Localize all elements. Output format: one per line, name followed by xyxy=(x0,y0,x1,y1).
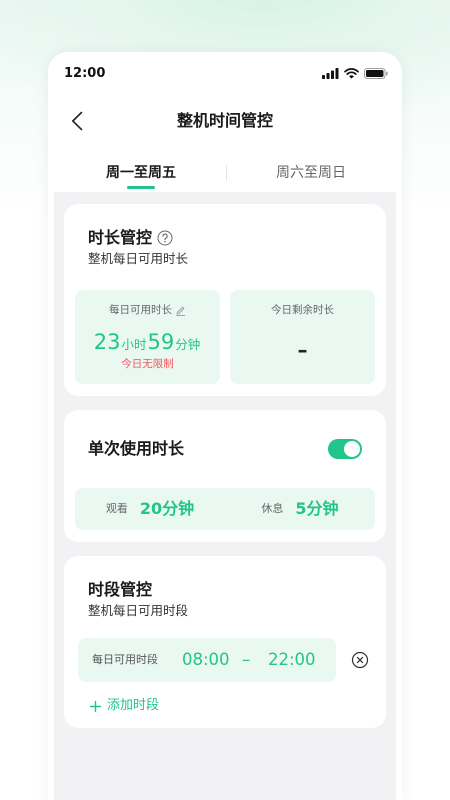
single-use-title-row: 单次使用时长 xyxy=(88,438,184,460)
wifi-icon xyxy=(344,68,359,79)
daily-limit-label-row: 每日可用时长 xyxy=(75,303,220,317)
battery-icon xyxy=(364,68,388,79)
plus-icon xyxy=(90,700,101,712)
add-period-button[interactable]: 添加时段 xyxy=(90,697,159,715)
close-circle-icon xyxy=(351,651,369,669)
single-use-settings-box[interactable]: 观看 20分钟 休息 5分钟 xyxy=(75,488,375,530)
back-button[interactable] xyxy=(64,107,90,135)
period-card-title: 时段管控 xyxy=(88,580,153,599)
content-area: 时长管控 整机每日可用时长 每日可用时长 23小时59分钟 今日无限制 今日剩余… xyxy=(54,192,396,800)
period-start-time: 08:00 xyxy=(182,650,230,669)
daily-limit-note: 今日无限制 xyxy=(121,358,174,370)
remaining-time-label-row: 今日剩余时长 xyxy=(230,303,375,317)
question-circle-icon[interactable] xyxy=(157,230,173,246)
daily-hours-value: 23 xyxy=(93,330,121,354)
single-use-toggle[interactable] xyxy=(328,439,362,459)
period-control-card: 时段管控 整机每日可用时段 每日可用时段 08:00 – 22:00 添加时段 xyxy=(64,556,386,728)
duration-card-title-row: 时长管控 xyxy=(88,227,173,249)
duration-card-title: 时长管控 xyxy=(88,228,153,247)
status-time: 12:00 xyxy=(64,66,106,81)
watch-label: 观看 xyxy=(105,502,128,515)
period-card-subtitle: 整机每日可用时段 xyxy=(88,603,189,618)
daily-limit-label: 每日可用时长 xyxy=(109,304,172,316)
duration-control-card: 时长管控 整机每日可用时长 每日可用时长 23小时59分钟 今日无限制 今日剩余… xyxy=(64,204,386,396)
watch-value: 20分钟 xyxy=(139,499,195,518)
page-title: 整机时间管控 xyxy=(176,111,273,130)
toggle-knob xyxy=(344,441,360,457)
phone-frame: 12:00 整机时间管控 周一至周五 周六至周日 时长管控 整机每日可用时长 每… xyxy=(48,52,402,800)
daily-hours-unit: 小时 xyxy=(121,337,147,352)
period-separator: – xyxy=(242,650,251,669)
rest-value: 5分钟 xyxy=(295,499,339,518)
single-use-card: 单次使用时长 观看 20分钟 休息 5分钟 xyxy=(64,410,386,542)
header: 整机时间管控 xyxy=(48,101,402,141)
rest-label: 休息 xyxy=(261,502,284,515)
remaining-time-box: 今日剩余时长 – xyxy=(230,290,375,384)
single-use-title: 单次使用时长 xyxy=(88,439,185,458)
duration-card-subtitle: 整机每日可用时长 xyxy=(88,251,189,266)
chevron-left-icon xyxy=(71,111,83,131)
tab-divider xyxy=(226,165,227,181)
remaining-time-label: 今日剩余时长 xyxy=(271,304,334,316)
remove-period-button[interactable] xyxy=(351,651,369,669)
signal-icon xyxy=(322,68,339,79)
status-icons xyxy=(322,68,388,79)
period-end-time: 22:00 xyxy=(268,650,316,669)
tab-weekend[interactable]: 周六至周日 xyxy=(226,158,396,188)
daily-limit-box[interactable]: 每日可用时长 23小时59分钟 今日无限制 xyxy=(75,290,220,384)
remaining-time-value: – xyxy=(297,338,308,362)
rest-setting[interactable]: 休息 5分钟 xyxy=(225,488,375,530)
add-period-label: 添加时段 xyxy=(107,698,160,713)
period-label: 每日可用时段 xyxy=(92,653,158,666)
tab-weekdays[interactable]: 周一至周五 xyxy=(56,158,226,189)
period-card-title-row: 时段管控 xyxy=(88,579,152,601)
watch-setting[interactable]: 观看 20分钟 xyxy=(75,488,225,530)
status-bar: 12:00 xyxy=(48,52,402,96)
daily-limit-value: 23小时59分钟 xyxy=(75,328,220,359)
daily-minutes-unit: 分钟 xyxy=(175,337,201,352)
daily-minutes-value: 59 xyxy=(147,330,175,354)
period-row[interactable]: 每日可用时段 08:00 – 22:00 xyxy=(78,638,336,682)
pencil-icon[interactable] xyxy=(175,305,186,316)
